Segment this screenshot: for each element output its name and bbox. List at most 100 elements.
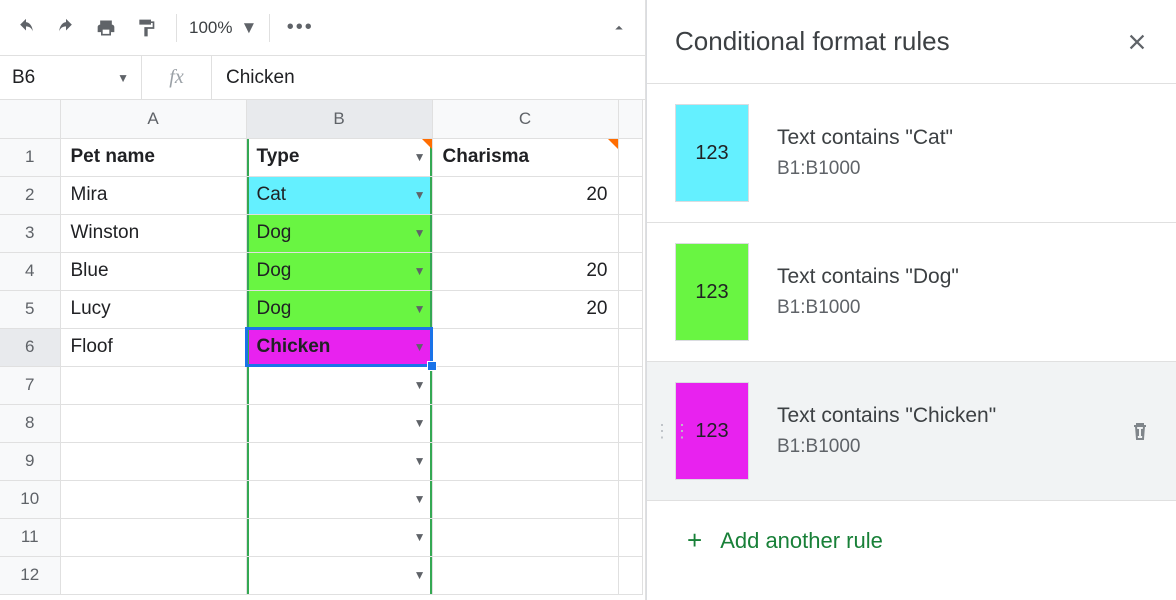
cell[interactable]: Winston — [60, 214, 246, 252]
column-header-c[interactable]: C — [432, 100, 618, 138]
cell[interactable] — [432, 366, 618, 404]
cell[interactable] — [60, 556, 246, 594]
cell[interactable] — [618, 366, 642, 404]
cell[interactable] — [60, 366, 246, 404]
cell[interactable] — [618, 442, 642, 480]
cell[interactable] — [618, 404, 642, 442]
cell[interactable] — [432, 328, 618, 366]
cell[interactable] — [618, 138, 642, 176]
formula-input[interactable]: Chicken — [212, 67, 645, 89]
paint-format-button[interactable] — [128, 10, 164, 46]
cell[interactable] — [60, 480, 246, 518]
cell[interactable]: Charisma — [432, 138, 618, 176]
column-header-d[interactable] — [618, 100, 642, 138]
cell[interactable] — [432, 404, 618, 442]
collapse-toolbar-button[interactable] — [601, 10, 637, 46]
chevron-down-icon[interactable]: ▼ — [414, 378, 426, 392]
cell[interactable] — [618, 176, 642, 214]
chevron-down-icon: ▼ — [117, 71, 129, 85]
cell[interactable]: 20 — [432, 252, 618, 290]
cell[interactable] — [432, 480, 618, 518]
chevron-down-icon[interactable]: ▼ — [414, 226, 426, 240]
cell[interactable] — [618, 518, 642, 556]
row-header[interactable]: 2 — [0, 176, 60, 214]
cell[interactable]: 20 — [432, 290, 618, 328]
row-header[interactable]: 3 — [0, 214, 60, 252]
cell[interactable]: Dog▼ — [246, 252, 432, 290]
cell[interactable]: ▼ — [246, 366, 432, 404]
row-header[interactable]: 12 — [0, 556, 60, 594]
more-button[interactable]: ••• — [282, 10, 318, 46]
cell[interactable] — [432, 556, 618, 594]
row-header[interactable]: 5 — [0, 290, 60, 328]
cell[interactable] — [618, 290, 642, 328]
row-header[interactable]: 11 — [0, 518, 60, 556]
cell[interactable]: Dog▼ — [246, 214, 432, 252]
cell[interactable]: Cat▼ — [246, 176, 432, 214]
chevron-down-icon[interactable]: ▼ — [414, 530, 426, 544]
chevron-down-icon[interactable]: ▼ — [414, 188, 426, 202]
column-header-a[interactable]: A — [60, 100, 246, 138]
selection-handle[interactable] — [427, 361, 437, 371]
row-header[interactable]: 10 — [0, 480, 60, 518]
close-sidebar-button[interactable] — [1126, 31, 1148, 53]
cell[interactable] — [432, 442, 618, 480]
cell[interactable] — [60, 442, 246, 480]
column-header-b[interactable]: B — [246, 100, 432, 138]
cell[interactable] — [618, 214, 642, 252]
cell[interactable] — [60, 518, 246, 556]
zoom-dropdown[interactable]: 100% ▼ — [189, 18, 257, 38]
row-header[interactable]: 4 — [0, 252, 60, 290]
add-rule-button[interactable]: + Add another rule — [647, 501, 1176, 580]
row-header[interactable]: 8 — [0, 404, 60, 442]
chevron-down-icon[interactable]: ▼ — [414, 568, 426, 582]
cell[interactable]: ▼ — [246, 556, 432, 594]
cell[interactable]: Mira — [60, 176, 246, 214]
cell[interactable]: ▼ — [246, 442, 432, 480]
chevron-down-icon[interactable]: ▼ — [414, 454, 426, 468]
cell[interactable] — [432, 518, 618, 556]
cell[interactable] — [60, 404, 246, 442]
row-header[interactable]: 6 — [0, 328, 60, 366]
cell[interactable]: ▼ — [246, 518, 432, 556]
format-rule[interactable]: ⋮⋮ 123 Text contains "Chicken" B1:B1000 — [647, 362, 1176, 501]
formula-bar: B6 ▼ fx Chicken — [0, 56, 645, 100]
cell[interactable] — [618, 556, 642, 594]
chevron-down-icon[interactable]: ▼ — [414, 340, 426, 354]
format-rule[interactable]: 123 Text contains "Cat" B1:B1000 — [647, 84, 1176, 223]
delete-rule-button[interactable] — [1128, 419, 1152, 443]
name-box[interactable]: B6 ▼ — [0, 56, 142, 99]
cell[interactable]: Dog▼ — [246, 290, 432, 328]
cell[interactable]: Floof — [60, 328, 246, 366]
cell[interactable]: ▼ — [246, 480, 432, 518]
cell[interactable]: Lucy — [60, 290, 246, 328]
row-header[interactable]: 1 — [0, 138, 60, 176]
cell[interactable] — [618, 328, 642, 366]
chevron-down-icon[interactable]: ▼ — [414, 416, 426, 430]
chevron-up-icon — [610, 19, 628, 37]
row-header[interactable]: 9 — [0, 442, 60, 480]
print-button[interactable] — [88, 10, 124, 46]
cell[interactable]: Type ▼ — [246, 138, 432, 176]
select-all-corner[interactable] — [0, 100, 60, 138]
cell[interactable]: 20 — [432, 176, 618, 214]
redo-button[interactable] — [48, 10, 84, 46]
cell[interactable]: Pet name — [60, 138, 246, 176]
format-rule[interactable]: 123 Text contains "Dog" B1:B1000 — [647, 223, 1176, 362]
cell-selected[interactable]: Chicken ▼ — [246, 328, 432, 366]
chevron-down-icon[interactable]: ▼ — [414, 150, 426, 164]
cell[interactable]: ▼ — [246, 404, 432, 442]
chevron-down-icon[interactable]: ▼ — [414, 302, 426, 316]
spreadsheet-grid[interactable]: A B C 1 Pet name Type ▼ Charisma — [0, 100, 645, 600]
chevron-down-icon[interactable]: ▼ — [414, 264, 426, 278]
cell[interactable] — [618, 252, 642, 290]
cell[interactable]: Blue — [60, 252, 246, 290]
cell[interactable] — [432, 214, 618, 252]
paint-roller-icon — [136, 18, 156, 38]
chevron-down-icon[interactable]: ▼ — [414, 492, 426, 506]
fx-label: fx — [142, 56, 212, 99]
drag-handle-icon[interactable]: ⋮⋮ — [653, 428, 693, 434]
cell[interactable] — [618, 480, 642, 518]
undo-button[interactable] — [8, 10, 44, 46]
row-header[interactable]: 7 — [0, 366, 60, 404]
